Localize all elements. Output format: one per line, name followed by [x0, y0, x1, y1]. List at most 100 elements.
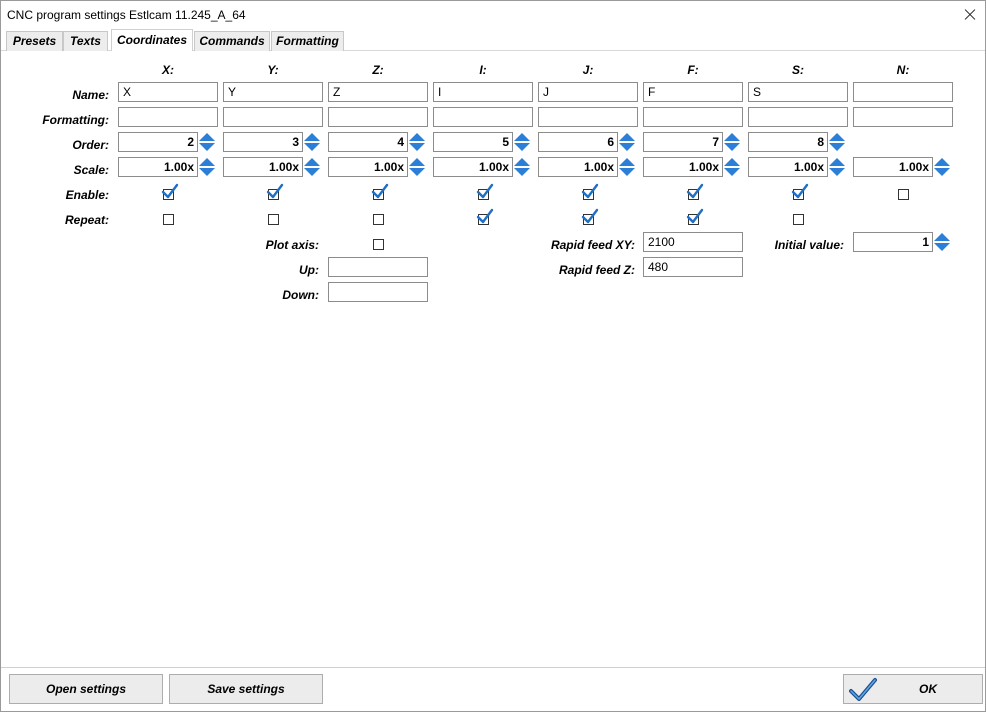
scale-spin-icon-x[interactable]	[199, 157, 216, 177]
scale-field-n[interactable]: 1.00x	[853, 157, 933, 177]
enable-checkbox-f[interactable]	[686, 183, 704, 200]
formatting-field-i[interactable]	[433, 107, 533, 127]
row-label-scale: Scale:	[73, 163, 109, 177]
up-label: Up:	[299, 263, 319, 277]
enable-checkbox-n[interactable]	[898, 189, 909, 200]
scale-spin-icon-s[interactable]	[829, 157, 846, 177]
scale-field-i[interactable]: 1.00x	[433, 157, 513, 177]
column-header-f: F:	[687, 63, 699, 77]
order-field-f[interactable]: 7	[643, 132, 723, 152]
order-field-i[interactable]: 5	[433, 132, 513, 152]
scale-spin-icon-z[interactable]	[409, 157, 426, 177]
row-label-formatting: Formatting:	[42, 113, 109, 127]
tab-bar: Presets Texts Coordinates Commands Forma…	[1, 29, 985, 52]
scale-field-y[interactable]: 1.00x	[223, 157, 303, 177]
title-bar: CNC program settings Estlcam 11.245_A_64	[1, 1, 985, 29]
enable-checkbox-x[interactable]	[161, 183, 179, 200]
ok-button[interactable]: OK	[843, 674, 983, 704]
order-spin-icon-f[interactable]	[724, 132, 741, 152]
scale-field-f[interactable]: 1.00x	[643, 157, 723, 177]
row-label-enable: Enable:	[65, 188, 109, 202]
coordinates-panel: X: Y: Z: I: J: F: S: N: Name: Formatting: Order…	[1, 51, 985, 667]
order-spin-icon-y[interactable]	[304, 132, 321, 152]
column-header-y: Y:	[267, 63, 279, 77]
formatting-field-z[interactable]	[328, 107, 428, 127]
tab-coordinates[interactable]: Coordinates	[111, 29, 193, 52]
name-field-i[interactable]: I	[433, 82, 533, 102]
settings-window: CNC program settings Estlcam 11.245_A_64…	[0, 0, 986, 712]
row-label-name: Name:	[72, 88, 109, 102]
formatting-field-f[interactable]	[643, 107, 743, 127]
order-field-j[interactable]: 6	[538, 132, 618, 152]
row-label-order: Order:	[72, 138, 109, 152]
enable-checkbox-i[interactable]	[476, 183, 494, 200]
column-header-i: I:	[479, 63, 487, 77]
save-settings-button[interactable]: Save settings	[169, 674, 323, 704]
enable-checkbox-y[interactable]	[266, 183, 284, 200]
scale-field-s[interactable]: 1.00x	[748, 157, 828, 177]
repeat-checkbox-x[interactable]	[163, 214, 174, 225]
repeat-checkbox-y[interactable]	[268, 214, 279, 225]
order-spin-icon-i[interactable]	[514, 132, 531, 152]
ok-button-label: OK	[919, 682, 937, 696]
formatting-field-n[interactable]	[853, 107, 953, 127]
initial-value-label: Initial value:	[774, 238, 844, 252]
enable-checkbox-s[interactable]	[791, 183, 809, 200]
plot-axis-checkbox[interactable]	[373, 239, 384, 250]
repeat-checkbox-f[interactable]	[686, 208, 704, 225]
order-field-x[interactable]: 2	[118, 132, 198, 152]
enable-checkbox-j[interactable]	[581, 183, 599, 200]
tab-commands[interactable]: Commands	[194, 31, 270, 51]
initial-value-spin-icon[interactable]	[934, 232, 951, 252]
order-spin-icon-j[interactable]	[619, 132, 636, 152]
tab-texts[interactable]: Texts	[63, 31, 108, 51]
order-spin-icon-s[interactable]	[829, 132, 846, 152]
rapid-feed-z-label: Rapid feed Z:	[558, 263, 635, 277]
name-field-s[interactable]: S	[748, 82, 848, 102]
plot-axis-label: Plot axis:	[265, 238, 319, 252]
repeat-checkbox-i[interactable]	[476, 208, 494, 225]
scale-spin-icon-f[interactable]	[724, 157, 741, 177]
scale-spin-icon-j[interactable]	[619, 157, 636, 177]
down-field[interactable]	[328, 282, 428, 302]
order-field-z[interactable]: 4	[328, 132, 408, 152]
formatting-field-j[interactable]	[538, 107, 638, 127]
formatting-field-x[interactable]	[118, 107, 218, 127]
window-title: CNC program settings Estlcam 11.245_A_64	[7, 8, 246, 22]
up-field[interactable]	[328, 257, 428, 277]
order-spin-icon-x[interactable]	[199, 132, 216, 152]
scale-spin-icon-y[interactable]	[304, 157, 321, 177]
scale-spin-icon-i[interactable]	[514, 157, 531, 177]
initial-value-field[interactable]: 1	[853, 232, 933, 252]
order-field-s[interactable]: 8	[748, 132, 828, 152]
scale-spin-icon-n[interactable]	[934, 157, 951, 177]
row-label-repeat: Repeat:	[64, 213, 109, 227]
name-field-f[interactable]: F	[643, 82, 743, 102]
repeat-checkbox-z[interactable]	[373, 214, 384, 225]
name-field-x[interactable]: X	[118, 82, 218, 102]
tab-presets[interactable]: Presets	[6, 31, 63, 51]
formatting-field-y[interactable]	[223, 107, 323, 127]
repeat-checkbox-j[interactable]	[581, 208, 599, 225]
formatting-field-s[interactable]	[748, 107, 848, 127]
repeat-checkbox-s[interactable]	[793, 214, 804, 225]
name-field-y[interactable]: Y	[223, 82, 323, 102]
enable-checkbox-z[interactable]	[371, 183, 389, 200]
scale-field-x[interactable]: 1.00x	[118, 157, 198, 177]
order-field-y[interactable]: 3	[223, 132, 303, 152]
scale-field-z[interactable]: 1.00x	[328, 157, 408, 177]
name-field-n[interactable]	[853, 82, 953, 102]
name-field-j[interactable]: J	[538, 82, 638, 102]
rapid-feed-z-field[interactable]: 480	[643, 257, 743, 277]
column-header-s: S:	[792, 63, 804, 77]
open-settings-button[interactable]: Open settings	[9, 674, 163, 704]
column-header-x: X:	[162, 63, 174, 77]
column-header-z: Z:	[372, 63, 384, 77]
name-field-z[interactable]: Z	[328, 82, 428, 102]
close-icon[interactable]	[955, 1, 985, 29]
order-spin-icon-z[interactable]	[409, 132, 426, 152]
rapid-feed-xy-field[interactable]: 2100	[643, 232, 743, 252]
column-header-n: N:	[896, 63, 910, 77]
tab-formatting[interactable]: Formatting	[271, 31, 344, 51]
scale-field-j[interactable]: 1.00x	[538, 157, 618, 177]
